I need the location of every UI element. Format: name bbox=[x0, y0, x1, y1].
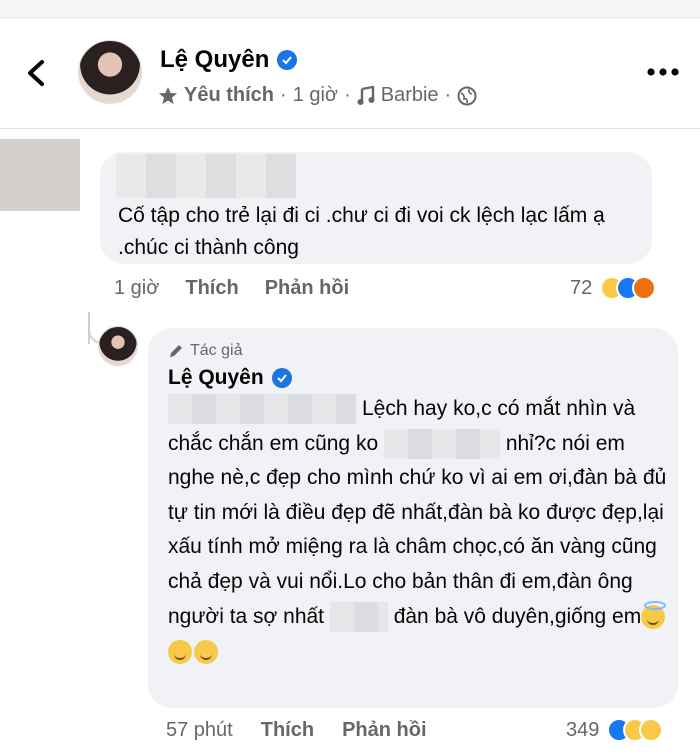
haha-reaction-icon bbox=[639, 718, 664, 742]
comment-time[interactable]: 1 giờ bbox=[114, 277, 159, 300]
reply-button[interactable]: Phản hồi bbox=[342, 719, 426, 742]
reaction-summary[interactable]: 72 bbox=[570, 276, 657, 300]
reply-button[interactable]: Phản hồi bbox=[265, 277, 349, 300]
like-button[interactable]: Thích bbox=[185, 277, 238, 300]
star-icon bbox=[159, 86, 177, 104]
reply-reaction-summary[interactable]: 349 bbox=[566, 718, 664, 742]
globe-icon bbox=[457, 86, 477, 105]
comment-text: Cố tập cho trẻ lại đi ci .chư ci đi voi … bbox=[118, 204, 605, 259]
verified-badge-icon bbox=[277, 50, 298, 70]
comment-actions: 1 giờ Thích Phản hồi bbox=[114, 277, 349, 300]
commenter-name-blurred[interactable] bbox=[116, 154, 296, 198]
top-status-strip bbox=[0, 0, 700, 18]
reply-reaction-count[interactable]: 349 bbox=[566, 719, 599, 742]
more-options-icon[interactable] bbox=[646, 66, 680, 78]
reaction-count[interactable]: 72 bbox=[570, 277, 592, 300]
reply-actions: 57 phút Thích Phản hồi bbox=[166, 719, 427, 742]
post-meta: Yêu thích · 1 giờ · Barbie · bbox=[158, 84, 477, 107]
redacted-word bbox=[383, 429, 500, 460]
hand-over-mouth-emoji-icon bbox=[194, 639, 218, 664]
reply-time[interactable]: 57 phút bbox=[166, 719, 233, 742]
meta-separator: · bbox=[344, 84, 351, 106]
redacted-mention bbox=[168, 394, 356, 425]
meta-separator: · bbox=[444, 84, 452, 106]
author-badge: Tác giả bbox=[168, 342, 242, 360]
follow-label[interactable]: Yêu thích bbox=[184, 84, 274, 107]
music-note-icon bbox=[357, 85, 375, 105]
post-time[interactable]: 1 giờ bbox=[293, 84, 338, 107]
redacted-word bbox=[329, 602, 388, 633]
back-arrow-icon[interactable] bbox=[24, 58, 50, 88]
reply-text: Lệch hay ko,c có mắt nhìn và chắc chắn e… bbox=[168, 392, 668, 669]
audio-title[interactable]: Barbie bbox=[381, 84, 439, 107]
like-button[interactable]: Thích bbox=[261, 719, 314, 742]
reply-author-row[interactable]: Lệ Quyên bbox=[168, 366, 292, 390]
reply-author-name[interactable]: Lệ Quyên bbox=[168, 366, 264, 390]
halo-emoji-icon bbox=[641, 601, 667, 630]
reply-text-part-3: đàn bà vô duyên,giống em bbox=[393, 604, 642, 628]
post-header: Lệ Quyên Yêu thích · 1 giờ · Barbie · bbox=[0, 28, 700, 124]
header-divider bbox=[0, 128, 700, 129]
author-name-row[interactable]: Lệ Quyên bbox=[160, 46, 298, 74]
reply-bubble: Tác giả Lệ Quyên Lệch hay ko,c có mắt nh… bbox=[148, 328, 678, 708]
author-tag-label: Tác giả bbox=[190, 342, 243, 359]
verified-badge-icon bbox=[271, 368, 292, 388]
author-avatar[interactable] bbox=[78, 40, 142, 104]
reply-text-part-2: nhỉ?c nói em nghe nè,c đẹp cho mình chứ … bbox=[168, 431, 667, 628]
meta-separator: · bbox=[280, 84, 287, 106]
grin-emoji-icon bbox=[168, 639, 192, 664]
commenter-avatar-blurred[interactable] bbox=[0, 139, 80, 211]
angry-reaction-icon bbox=[632, 276, 657, 300]
author-reply-avatar[interactable] bbox=[98, 326, 138, 366]
author-name[interactable]: Lệ Quyên bbox=[160, 46, 269, 74]
pencil-icon bbox=[170, 345, 182, 357]
comment-bubble: Cố tập cho trẻ lại đi ci .chư ci đi voi … bbox=[100, 152, 652, 264]
